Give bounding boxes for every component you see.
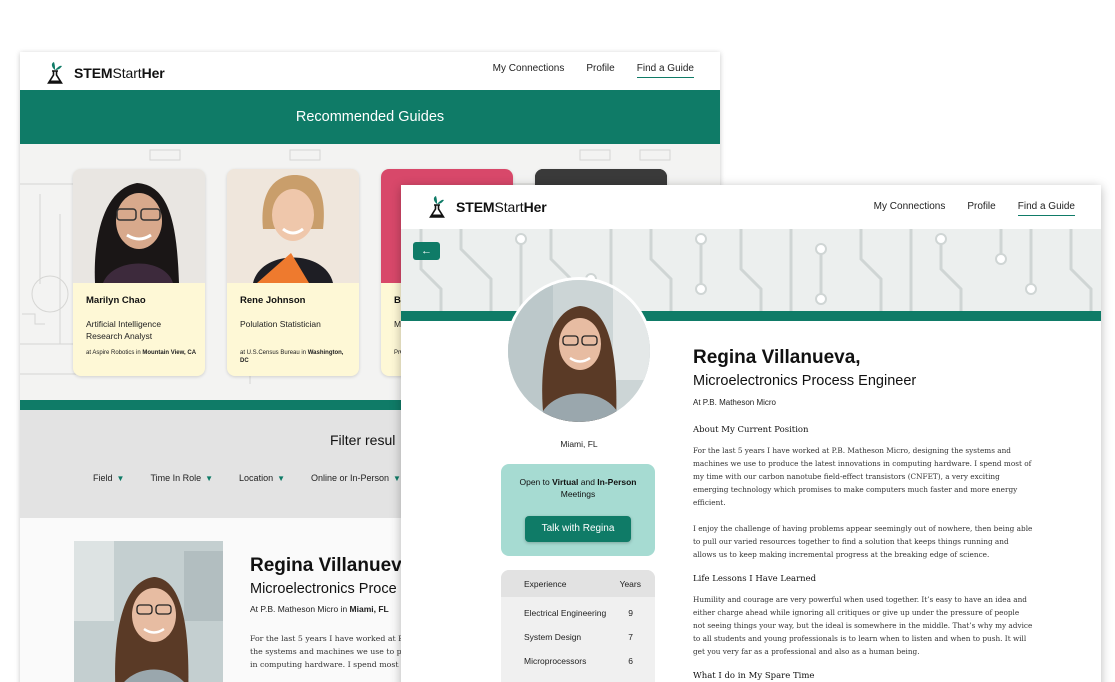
- filter-title: Filter resul: [330, 432, 396, 448]
- nav-my-connections[interactable]: My Connections: [493, 63, 565, 78]
- nav-profile[interactable]: Profile: [586, 63, 614, 78]
- guide-name: Regina Villanueva,: [693, 347, 861, 368]
- recommended-guides-banner: Recommended Guides: [20, 90, 720, 144]
- guide-title: Microelectronics Process Engineer: [693, 373, 917, 389]
- guide-name: Marilyn Chao: [86, 295, 146, 306]
- experience-table-header: Experience Years: [501, 570, 655, 597]
- guide-name: B: [394, 295, 401, 306]
- filter-field-dropdown[interactable]: Field ▼: [93, 473, 124, 483]
- logo[interactable]: STEMStartHer: [46, 61, 165, 85]
- result-title: Microelectronics Proce: [250, 581, 397, 597]
- filter-time-in-role-dropdown[interactable]: Time In Role ▼: [150, 473, 213, 483]
- section-heading: About My Current Position: [693, 425, 809, 435]
- circuit-pattern-header: [401, 229, 1101, 311]
- green-divider: [401, 311, 1101, 321]
- logo[interactable]: STEMStartHer: [428, 195, 547, 219]
- experience-column-header: Experience: [524, 578, 567, 589]
- result-photo[interactable]: [74, 541, 223, 682]
- guide-photo: [73, 169, 205, 283]
- nav-find-a-guide[interactable]: Find a Guide: [636, 63, 694, 78]
- nav-find-a-guide[interactable]: Find a Guide: [1017, 201, 1075, 216]
- availability-card: Open to Virtual and In-Person Meetings T…: [501, 464, 655, 556]
- result-employer: At P.B. Matheson Micro in Miami, FL: [250, 604, 389, 614]
- filter-online-in-person-dropdown[interactable]: Online or In-Person ▼: [311, 473, 401, 483]
- section-paragraph: Humility and courage are very powerful w…: [693, 595, 1033, 656]
- result-portrait-image: [74, 541, 223, 682]
- talk-with-guide-button[interactable]: Talk with Regina: [525, 516, 631, 542]
- main-nav: My Connections Profile Find a Guide: [874, 201, 1075, 216]
- location-label: Miami, FL: [560, 439, 598, 449]
- guide-role: Artificial Intelligence Research Analyst: [86, 319, 162, 341]
- brand-name: STEMStartHer: [74, 65, 165, 81]
- years-column-header: Years: [619, 578, 641, 589]
- guide-profile-window: STEMStartHer My Connections Profile Find…: [401, 185, 1101, 682]
- experience-table: Experience Years Electrical Engineering …: [501, 570, 655, 682]
- caret-down-icon: ▼: [116, 474, 125, 483]
- main-nav: My Connections Profile Find a Guide: [493, 63, 694, 78]
- table-row: Microprocessors 6: [524, 656, 633, 666]
- top-navigation-bar: STEMStartHer My Connections Profile Find…: [20, 52, 720, 90]
- meeting-preference: Open to Virtual and In-Person Meetings: [519, 477, 637, 499]
- guide-org: at Aspire Robotics in Mountain View, CA: [86, 350, 197, 356]
- guide-org: at U.S.Census Bureau in Washington, DC: [240, 350, 344, 364]
- table-row: System Design 7: [524, 632, 633, 642]
- top-navigation-bar: STEMStartHer My Connections Profile Find…: [401, 185, 1101, 229]
- guide-employer: At P.B. Matheson Micro: [693, 398, 776, 407]
- avatar: [505, 277, 653, 425]
- filter-location-dropdown[interactable]: Location ▼: [239, 473, 285, 483]
- caret-down-icon: ▼: [205, 474, 214, 483]
- flask-logo-icon: [47, 62, 63, 84]
- guide-name: Rene Johnson: [240, 295, 306, 306]
- filter-options: Field ▼ Time In Role ▼ Location ▼ Online or…: [93, 473, 401, 483]
- caret-down-icon: ▼: [277, 474, 285, 483]
- guide-card[interactable]: Marilyn Chao Artificial Intelligence Res…: [73, 169, 205, 376]
- guide-photo: [227, 169, 359, 283]
- section-paragraph: For the last 5 years I have worked at P.…: [693, 446, 1032, 507]
- result-name: Regina Villanuev: [250, 555, 402, 576]
- section-heading: Life Lessons I Have Learned: [693, 574, 817, 584]
- guide-role: Polulation Statistician: [240, 319, 321, 329]
- guide-portrait-image: [73, 169, 205, 283]
- circuit-board-pattern: [419, 229, 1093, 311]
- flask-logo-icon: [429, 196, 445, 218]
- section-paragraph: I enjoy the challenge of having problems…: [693, 524, 1033, 559]
- guide-portrait-image: [227, 169, 359, 283]
- result-summary: For the last 5 years I have worked at P.…: [250, 634, 413, 669]
- brand-name: STEMStartHer: [456, 199, 547, 215]
- back-arrow-icon[interactable]: ←: [413, 242, 440, 260]
- table-row: Electrical Engineering 9: [524, 608, 633, 618]
- nav-profile[interactable]: Profile: [967, 201, 995, 216]
- guide-card[interactable]: Rene Johnson Polulation Statistician at …: [227, 169, 359, 376]
- caret-down-icon: ▼: [393, 474, 401, 483]
- avatar-portrait-image: [508, 280, 650, 422]
- nav-my-connections[interactable]: My Connections: [874, 201, 946, 216]
- section-heading: What I do in My Spare Time: [693, 671, 815, 681]
